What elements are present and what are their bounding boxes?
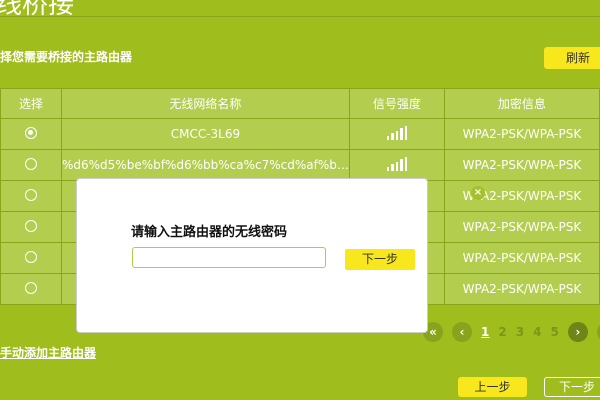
- refresh-button[interactable]: 刷新: [544, 47, 600, 69]
- page-1[interactable]: 1: [481, 325, 489, 339]
- password-input[interactable]: [132, 247, 326, 268]
- section-subtitle: 择您需要桥接的主路由器: [0, 50, 133, 64]
- signal-bar: [395, 161, 399, 171]
- prev-page-button[interactable]: ‹: [452, 322, 472, 342]
- dialog-next-button[interactable]: 下一步: [345, 249, 415, 270]
- radio-button[interactable]: [25, 126, 37, 139]
- security-cell: WPA2-PSK/WPA-PSK: [443, 180, 600, 212]
- select-cell: [0, 149, 62, 181]
- signal-cell: [348, 149, 445, 181]
- signal-bar: [400, 128, 403, 140]
- password-dialog: × 请输入主路由器的无线密码 下一步: [76, 178, 485, 333]
- signal-bar: [400, 159, 403, 171]
- table-row[interactable]: %d6%d5%be%bf%d6%bb%ca%c7%cd%af%b… WPA2-P…: [0, 149, 600, 181]
- select-cell: [0, 273, 62, 305]
- divider: [0, 16, 600, 17]
- security-cell: WPA2-PSK/WPA-PSK: [443, 149, 600, 181]
- select-cell: [0, 242, 62, 274]
- signal-cell: [348, 118, 445, 150]
- signal-bar: [404, 125, 408, 140]
- signal-strength-icon: [386, 125, 408, 140]
- radio-button[interactable]: [25, 250, 37, 263]
- manual-add-link[interactable]: 手动添加主路由器: [0, 344, 96, 361]
- ssid-cell: CMCC-3L69: [61, 118, 350, 150]
- signal-bar: [391, 164, 394, 171]
- signal-bar: [395, 130, 399, 140]
- col-signal: 信号强度: [348, 88, 445, 119]
- page-title: 线桥接: [0, 0, 75, 20]
- radio-button[interactable]: [25, 219, 37, 232]
- page-2[interactable]: 2: [498, 325, 506, 339]
- radio-button[interactable]: [25, 188, 37, 201]
- col-select: 选择: [0, 88, 62, 119]
- signal-bar: [386, 166, 390, 171]
- close-icon[interactable]: ×: [471, 186, 485, 200]
- security-cell: WPA2-PSK/WPA-PSK: [443, 118, 600, 150]
- prev-step-button[interactable]: 上一步: [458, 377, 527, 397]
- security-cell: WPA2-PSK/WPA-PSK: [443, 273, 600, 305]
- security-cell: WPA2-PSK/WPA-PSK: [443, 242, 600, 274]
- select-cell: [0, 180, 62, 212]
- ssid-cell: %d6%d5%be%bf%d6%bb%ca%c7%cd%af%b…: [61, 149, 350, 181]
- radio-button[interactable]: [25, 157, 37, 170]
- select-cell: [0, 118, 62, 150]
- next-page-button[interactable]: ›: [567, 322, 588, 342]
- signal-bar: [391, 133, 394, 140]
- next-step-button[interactable]: 下一步: [544, 377, 600, 397]
- col-security: 加密信息: [443, 88, 600, 119]
- pagination: «‹12345›»: [423, 322, 600, 342]
- page-4[interactable]: 4: [533, 325, 541, 339]
- security-cell: WPA2-PSK/WPA-PSK: [443, 211, 600, 243]
- signal-strength-icon: [386, 156, 408, 171]
- signal-bar: [404, 156, 408, 171]
- col-ssid: 无线网络名称: [61, 88, 350, 119]
- table-row[interactable]: CMCC-3L69 WPA2-PSK/WPA-PSK: [0, 118, 600, 150]
- page-3[interactable]: 3: [516, 325, 524, 339]
- radio-button[interactable]: [25, 281, 37, 294]
- signal-bar: [386, 135, 390, 140]
- password-label: 请输入主路由器的无线密码: [131, 225, 288, 240]
- page-5[interactable]: 5: [550, 325, 558, 339]
- select-cell: [0, 211, 62, 243]
